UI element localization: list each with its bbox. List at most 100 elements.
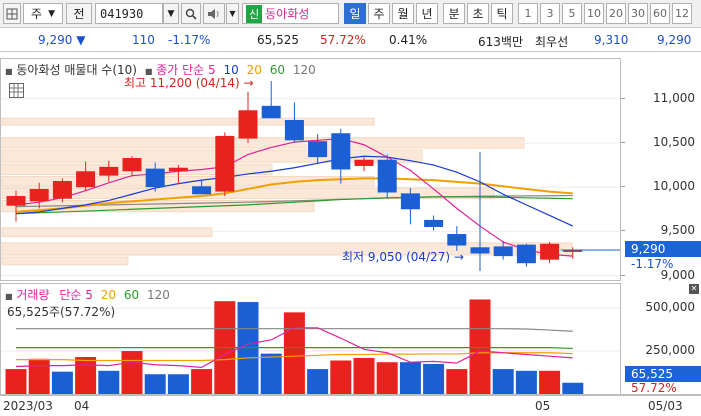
interval-3[interactable]: 3 bbox=[540, 3, 560, 24]
quote-bar: 9,290 ▼ 110 -1.17% 65,525 57.72% 0.41% 6… bbox=[0, 28, 701, 52]
volume-bar-up bbox=[75, 357, 97, 394]
vol-ma60-label: 60 bbox=[123, 288, 140, 302]
sound-button[interactable] bbox=[203, 3, 225, 24]
volume-bar-down bbox=[307, 369, 329, 394]
interval-1[interactable]: 1 bbox=[518, 3, 538, 24]
price-tick-label: 11,000 bbox=[653, 90, 695, 105]
candle-down bbox=[331, 133, 351, 170]
sound-dropdown-button[interactable]: ▼ bbox=[226, 3, 239, 24]
volume-profile-bar bbox=[1, 117, 375, 126]
volume-tag: 65,525 bbox=[625, 365, 701, 382]
period-tab-day[interactable]: 일 bbox=[344, 3, 366, 24]
down-arrow-icon: ▼ bbox=[76, 33, 86, 47]
value-axis: ✕ 11,000 10,500 10,000 9,500 9,000 9,290 -1.17… bbox=[621, 58, 701, 395]
grid-toggle-icon[interactable] bbox=[9, 83, 24, 98]
candle-up bbox=[76, 171, 96, 188]
period-tab-year[interactable]: 년 bbox=[416, 3, 438, 24]
volume-bar-down bbox=[562, 382, 584, 394]
stock-name-box[interactable]: 신 동아화성 bbox=[242, 3, 339, 24]
interval-60[interactable]: 60 bbox=[650, 3, 670, 24]
credit-badge: 신 bbox=[246, 4, 263, 23]
period-tab-second[interactable]: 초 bbox=[467, 3, 489, 24]
price-change: 110 bbox=[132, 33, 155, 47]
volume-tag-ratio: 57.72% bbox=[631, 380, 677, 395]
candle-down bbox=[192, 186, 212, 195]
volume-bar-up bbox=[191, 369, 213, 394]
interval-20[interactable]: 20 bbox=[606, 3, 626, 24]
volume-value: 65,525 bbox=[257, 33, 299, 47]
candle-up bbox=[122, 158, 142, 172]
ask-price: 9,310 bbox=[594, 33, 629, 47]
price-tick-label: 9,500 bbox=[660, 223, 695, 238]
candle-up bbox=[354, 159, 374, 166]
volume-bar-down bbox=[51, 371, 73, 394]
legend-marker-icon: ■ bbox=[5, 67, 13, 76]
layout-icon[interactable] bbox=[3, 3, 21, 24]
price-chart-panel[interactable]: ■ 동아화성 매물대 수(10) ■ 종가 단순 5 10 20 60 120 … bbox=[0, 58, 621, 281]
volume-profile-bar bbox=[1, 227, 213, 237]
volume-bar-up bbox=[28, 358, 50, 394]
chevron-down-icon: ▼ bbox=[229, 9, 236, 18]
candle-down bbox=[470, 247, 490, 254]
date-label-end: 05/03 bbox=[648, 399, 683, 413]
volume-bar-down bbox=[144, 374, 166, 394]
period-tab-minute[interactable]: 분 bbox=[443, 3, 465, 24]
type-select[interactable]: 주 ▼ bbox=[23, 3, 63, 24]
volume-ratio: 57.72% bbox=[320, 33, 366, 47]
volume-bar-down bbox=[492, 369, 514, 394]
chevron-down-icon: ▼ bbox=[167, 8, 175, 19]
candle-up bbox=[99, 166, 119, 176]
volume-bar-up bbox=[5, 369, 27, 394]
period-tab-month[interactable]: 월 bbox=[392, 3, 414, 24]
price-tick-mark bbox=[621, 230, 625, 232]
candle-down bbox=[516, 244, 536, 264]
symbol-dropdown-button[interactable]: ▼ bbox=[163, 3, 179, 24]
turnover-rate: 0.41% bbox=[389, 33, 428, 47]
symbol-input[interactable]: 041930 bbox=[95, 3, 163, 24]
trade-amount: 613백만 bbox=[478, 35, 523, 49]
volume-profile-bar bbox=[1, 256, 129, 266]
volume-bar-down bbox=[399, 362, 421, 394]
price-tick-mark bbox=[621, 97, 625, 99]
volume-current: 65,525주(57.72%) bbox=[7, 305, 116, 319]
interval-120[interactable]: 12 bbox=[672, 3, 692, 24]
price-panel-title: 동아화성 매물대 수(10) bbox=[16, 63, 137, 77]
candle-down bbox=[400, 193, 420, 210]
interval-30[interactable]: 30 bbox=[628, 3, 648, 24]
price-chart bbox=[1, 81, 620, 277]
bid-price: 9,290 bbox=[657, 33, 692, 47]
volume-chart-panel[interactable]: ■ 거래량 단순 5 20 60 120 65,525주(57.72%) bbox=[0, 283, 621, 395]
volume-title: 거래량 bbox=[16, 288, 50, 302]
symbol-value: 041930 bbox=[100, 6, 144, 21]
vol-ma5-label: 5 bbox=[85, 288, 93, 302]
date-axis: 2023/03 04 05 05/03 bbox=[0, 395, 701, 416]
volume-tick-label: 500,000 bbox=[645, 300, 695, 315]
volume-bar-down bbox=[98, 370, 120, 394]
candle-up bbox=[29, 188, 49, 202]
volume-panel-legend: ■ 거래량 단순 5 20 60 120 bbox=[5, 286, 170, 303]
candle-down bbox=[284, 119, 304, 141]
jeon-button[interactable]: 전 bbox=[66, 3, 92, 24]
candle-up bbox=[540, 243, 560, 260]
price-tick-label: 10,000 bbox=[653, 179, 695, 194]
price-tick-mark bbox=[621, 186, 625, 188]
price-tick-mark bbox=[621, 274, 625, 276]
vol-ma20-label: 20 bbox=[100, 288, 117, 302]
ma120-label: 120 bbox=[292, 63, 316, 77]
candle-up bbox=[6, 196, 26, 206]
period-tab-week[interactable]: 주 bbox=[368, 3, 390, 24]
best-quote-label: 최우선 bbox=[535, 35, 569, 49]
search-button[interactable] bbox=[181, 3, 201, 24]
volume-bar-up bbox=[353, 357, 375, 394]
close-pane-icon[interactable]: ✕ bbox=[689, 284, 699, 294]
legend-marker-icon: ■ bbox=[5, 292, 13, 301]
ma60-label: 60 bbox=[269, 63, 285, 77]
interval-5[interactable]: 5 bbox=[562, 3, 582, 24]
volume-bar-up bbox=[121, 351, 143, 394]
period-tab-tick[interactable]: 틱 bbox=[491, 3, 513, 24]
date-label-start: 2023/03 bbox=[3, 399, 53, 413]
vol-ma120-label: 120 bbox=[146, 288, 170, 302]
price-tick-label: 10,500 bbox=[653, 134, 695, 149]
candle-down bbox=[493, 246, 513, 257]
interval-10[interactable]: 10 bbox=[584, 3, 604, 24]
